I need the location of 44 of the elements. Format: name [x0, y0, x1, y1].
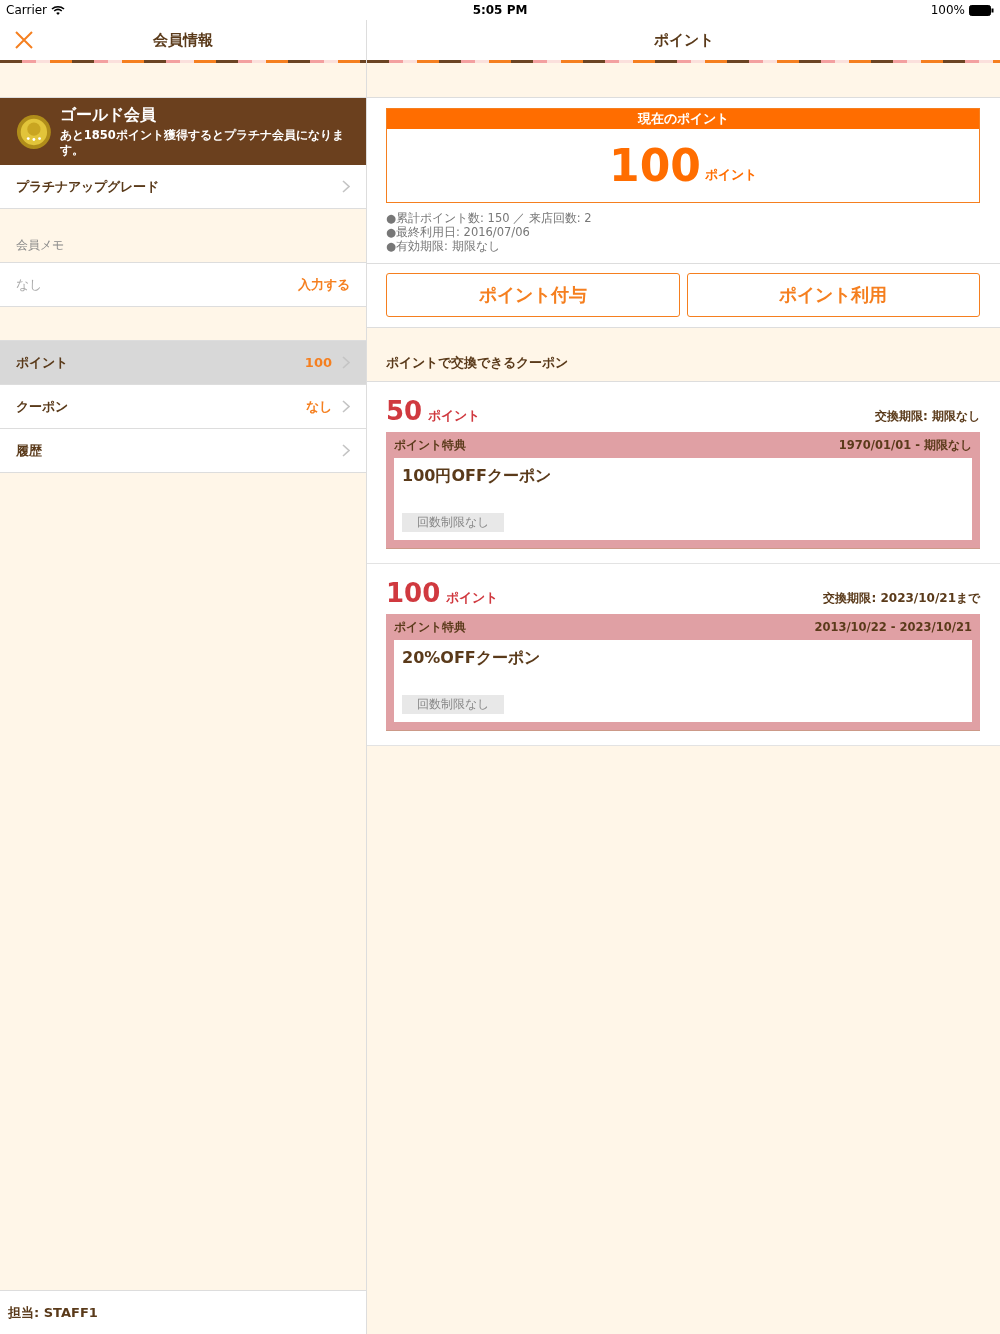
chevron-icon — [342, 180, 350, 193]
close-icon[interactable] — [15, 31, 33, 49]
chevron-icon — [342, 400, 350, 413]
coupon-tag: ポイント特典 — [394, 619, 466, 635]
upgrade-row[interactable]: プラチナアップグレード — [0, 165, 366, 209]
menu-row[interactable]: 履歴 — [0, 429, 366, 473]
info-line: ●有効期限: 期限なし — [386, 239, 501, 253]
coupon-tag: ポイント特典 — [394, 437, 466, 453]
usage-badge: 回数制限なし — [402, 513, 504, 532]
coupon-name: 20%OFFクーポン — [402, 648, 541, 669]
battery-percent: 100% — [930, 3, 965, 17]
info-line: ●最終利用日: 2016/07/06 — [386, 225, 531, 239]
battery-icon — [969, 4, 994, 16]
screen-title: ポイント — [653, 30, 714, 50]
staff-label: 担当: STAFF1 — [8, 1303, 98, 1322]
points-unit: ポイント — [446, 590, 500, 607]
coupon-period: 2013/10/22 - 2023/10/21 — [814, 620, 972, 634]
menu-row[interactable]: クーポン なし — [0, 385, 366, 429]
menu-row[interactable]: ポイント 100 — [0, 341, 366, 385]
card-header: 現在のポイント — [387, 109, 979, 129]
rank-message: あと1850ポイント獲得するとプラチナ会員になります。 — [59, 128, 345, 158]
points-unit: ポイント — [704, 165, 757, 184]
exchange-limit: 交換期限: 2023/10/21まで — [823, 590, 980, 607]
rank-title: ゴールド会員 — [59, 105, 157, 126]
clock-time: 5:05 PM — [472, 3, 528, 17]
chevron-icon — [342, 444, 350, 457]
coin-icon — [16, 112, 52, 151]
points-unit: ポイント — [428, 408, 482, 425]
coupon-name: 100円OFFクーポン — [402, 466, 552, 487]
section-label: 会員メモ — [16, 237, 64, 254]
coupon-points: 100 — [386, 578, 441, 608]
coupon-card[interactable]: ポイント特典 1970/01/01 - 期限なし 100円OFFクーポン 回数制限なし — [386, 432, 980, 549]
exchange-limit: 交換期限: 期限なし — [875, 408, 980, 425]
screen-title: 会員情報 — [153, 30, 213, 50]
points-value: 100 — [609, 140, 701, 191]
carrier-label: Carrier — [6, 3, 48, 17]
info-line: ●累計ポイント数: 150 ／ 来店回数: 2 — [386, 211, 593, 225]
coupon-card[interactable]: ポイント特典 2013/10/22 - 2023/10/21 20%OFFクーポン 回数制限なし — [386, 614, 980, 731]
coupon-period: 1970/01/01 - 期限なし — [838, 437, 972, 453]
coupon-points: 50 — [386, 396, 423, 426]
usage-badge: 回数制限なし — [402, 695, 504, 714]
memo-value: なし — [16, 275, 43, 294]
wifi-icon — [51, 5, 66, 15]
section-label: ポイントで交換できるクーポン — [386, 354, 568, 372]
